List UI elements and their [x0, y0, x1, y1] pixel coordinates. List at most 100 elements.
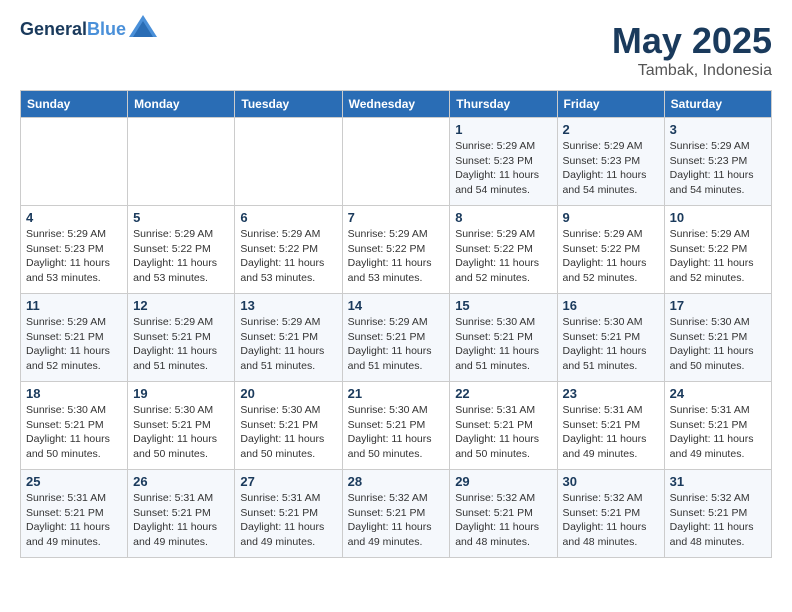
day-number: 1: [455, 122, 551, 137]
calendar-cell: 4 Sunrise: 5:29 AM Sunset: 5:23 PM Daylig…: [21, 206, 128, 294]
calendar-cell: 22 Sunrise: 5:31 AM Sunset: 5:21 PM Dayli…: [450, 382, 557, 470]
calendar-cell: 9 Sunrise: 5:29 AM Sunset: 5:22 PM Daylig…: [557, 206, 664, 294]
day-number: 29: [455, 474, 551, 489]
calendar-cell: 31Sunrise: 5:32 AM Sunset: 5:21 PM Dayli…: [664, 470, 771, 558]
calendar-cell: 11 Sunrise: 5:29 AM Sunset: 5:21 PM Dayli…: [21, 294, 128, 382]
calendar-cell: 24 Sunrise: 5:31 AM Sunset: 5:21 PM Dayli…: [664, 382, 771, 470]
calendar-cell: 16Sunrise: 5:30 AM Sunset: 5:21 PM Dayli…: [557, 294, 664, 382]
day-number: 26: [133, 474, 229, 489]
header-tuesday: Tuesday: [235, 91, 342, 118]
day-info: Sunrise: 5:29 AM Sunset: 5:21 PM Dayligh…: [240, 315, 336, 374]
day-number: 8: [455, 210, 551, 225]
day-info: Sunrise: 5:29 AM Sunset: 5:21 PM Dayligh…: [26, 315, 122, 374]
day-info: Sunrise: 5:29 AM Sunset: 5:21 PM Dayligh…: [348, 315, 445, 374]
day-number: 15: [455, 298, 551, 313]
day-number: 18: [26, 386, 122, 401]
day-info: Sunrise: 5:30 AM Sunset: 5:21 PM Dayligh…: [26, 403, 122, 462]
calendar-cell: 23Sunrise: 5:31 AM Sunset: 5:21 PM Dayli…: [557, 382, 664, 470]
day-number: 24: [670, 386, 766, 401]
day-info: Sunrise: 5:31 AM Sunset: 5:21 PM Dayligh…: [240, 491, 336, 550]
title-block: May 2025 Tambak, Indonesia: [612, 20, 772, 80]
day-info: Sunrise: 5:29 AM Sunset: 5:23 PM Dayligh…: [26, 227, 122, 286]
day-number: 16: [563, 298, 659, 313]
day-info: Sunrise: 5:32 AM Sunset: 5:21 PM Dayligh…: [563, 491, 659, 550]
header-wednesday: Wednesday: [342, 91, 450, 118]
day-number: 25: [26, 474, 122, 489]
day-info: Sunrise: 5:32 AM Sunset: 5:21 PM Dayligh…: [670, 491, 766, 550]
calendar-cell: [21, 118, 128, 206]
logo-icon: [129, 15, 157, 37]
calendar-cell: 17Sunrise: 5:30 AM Sunset: 5:21 PM Dayli…: [664, 294, 771, 382]
week-row: 1 Sunrise: 5:29 AM Sunset: 5:23 PM Daylig…: [21, 118, 772, 206]
month-title: May 2025: [612, 20, 772, 62]
calendar-cell: 26Sunrise: 5:31 AM Sunset: 5:21 PM Dayli…: [128, 470, 235, 558]
calendar-cell: 12 Sunrise: 5:29 AM Sunset: 5:21 PM Dayli…: [128, 294, 235, 382]
day-number: 27: [240, 474, 336, 489]
week-row: 11 Sunrise: 5:29 AM Sunset: 5:21 PM Dayli…: [21, 294, 772, 382]
day-number: 7: [348, 210, 445, 225]
week-row: 18 Sunrise: 5:30 AM Sunset: 5:21 PM Dayli…: [21, 382, 772, 470]
day-info: Sunrise: 5:30 AM Sunset: 5:21 PM Dayligh…: [348, 403, 445, 462]
day-number: 22: [455, 386, 551, 401]
calendar-cell: 6 Sunrise: 5:29 AM Sunset: 5:22 PM Daylig…: [235, 206, 342, 294]
day-number: 30: [563, 474, 659, 489]
header-thursday: Thursday: [450, 91, 557, 118]
day-info: Sunrise: 5:29 AM Sunset: 5:22 PM Dayligh…: [133, 227, 229, 286]
calendar-cell: 15 Sunrise: 5:30 AM Sunset: 5:21 PM Dayli…: [450, 294, 557, 382]
day-number: 20: [240, 386, 336, 401]
day-info: Sunrise: 5:31 AM Sunset: 5:21 PM Dayligh…: [455, 403, 551, 462]
calendar-cell: [235, 118, 342, 206]
day-info: Sunrise: 5:30 AM Sunset: 5:21 PM Dayligh…: [455, 315, 551, 374]
header-friday: Friday: [557, 91, 664, 118]
day-info: Sunrise: 5:30 AM Sunset: 5:21 PM Dayligh…: [240, 403, 336, 462]
calendar-cell: 3Sunrise: 5:29 AM Sunset: 5:23 PM Daylig…: [664, 118, 771, 206]
calendar-cell: 13 Sunrise: 5:29 AM Sunset: 5:21 PM Dayli…: [235, 294, 342, 382]
logo-text: GeneralBlue: [20, 20, 126, 40]
day-info: Sunrise: 5:32 AM Sunset: 5:21 PM Dayligh…: [455, 491, 551, 550]
day-number: 19: [133, 386, 229, 401]
calendar-cell: 2 Sunrise: 5:29 AM Sunset: 5:23 PM Daylig…: [557, 118, 664, 206]
day-info: Sunrise: 5:29 AM Sunset: 5:22 PM Dayligh…: [563, 227, 659, 286]
day-info: Sunrise: 5:29 AM Sunset: 5:23 PM Dayligh…: [455, 139, 551, 198]
logo: GeneralBlue: [20, 20, 157, 40]
day-info: Sunrise: 5:29 AM Sunset: 5:22 PM Dayligh…: [240, 227, 336, 286]
day-number: 4: [26, 210, 122, 225]
calendar-cell: 7 Sunrise: 5:29 AM Sunset: 5:22 PM Daylig…: [342, 206, 450, 294]
calendar-cell: 1 Sunrise: 5:29 AM Sunset: 5:23 PM Daylig…: [450, 118, 557, 206]
day-info: Sunrise: 5:30 AM Sunset: 5:21 PM Dayligh…: [670, 315, 766, 374]
calendar-cell: 29 Sunrise: 5:32 AM Sunset: 5:21 PM Dayli…: [450, 470, 557, 558]
day-number: 13: [240, 298, 336, 313]
calendar-cell: 5 Sunrise: 5:29 AM Sunset: 5:22 PM Daylig…: [128, 206, 235, 294]
day-info: Sunrise: 5:32 AM Sunset: 5:21 PM Dayligh…: [348, 491, 445, 550]
day-number: 12: [133, 298, 229, 313]
calendar-cell: 14Sunrise: 5:29 AM Sunset: 5:21 PM Dayli…: [342, 294, 450, 382]
calendar-cell: 19Sunrise: 5:30 AM Sunset: 5:21 PM Dayli…: [128, 382, 235, 470]
header-row: SundayMondayTuesdayWednesdayThursdayFrid…: [21, 91, 772, 118]
calendar-cell: 30 Sunrise: 5:32 AM Sunset: 5:21 PM Dayli…: [557, 470, 664, 558]
week-row: 25 Sunrise: 5:31 AM Sunset: 5:21 PM Dayli…: [21, 470, 772, 558]
calendar-cell: 18 Sunrise: 5:30 AM Sunset: 5:21 PM Dayli…: [21, 382, 128, 470]
day-number: 11: [26, 298, 122, 313]
day-info: Sunrise: 5:29 AM Sunset: 5:21 PM Dayligh…: [133, 315, 229, 374]
day-number: 2: [563, 122, 659, 137]
day-info: Sunrise: 5:29 AM Sunset: 5:23 PM Dayligh…: [563, 139, 659, 198]
day-info: Sunrise: 5:31 AM Sunset: 5:21 PM Dayligh…: [563, 403, 659, 462]
day-info: Sunrise: 5:29 AM Sunset: 5:22 PM Dayligh…: [348, 227, 445, 286]
day-number: 5: [133, 210, 229, 225]
day-info: Sunrise: 5:29 AM Sunset: 5:22 PM Dayligh…: [670, 227, 766, 286]
day-info: Sunrise: 5:31 AM Sunset: 5:21 PM Dayligh…: [26, 491, 122, 550]
location: Tambak, Indonesia: [612, 62, 772, 80]
day-number: 6: [240, 210, 336, 225]
calendar-cell: 27 Sunrise: 5:31 AM Sunset: 5:21 PM Dayli…: [235, 470, 342, 558]
day-number: 9: [563, 210, 659, 225]
day-info: Sunrise: 5:29 AM Sunset: 5:22 PM Dayligh…: [455, 227, 551, 286]
calendar-cell: 8 Sunrise: 5:29 AM Sunset: 5:22 PM Daylig…: [450, 206, 557, 294]
day-info: Sunrise: 5:29 AM Sunset: 5:23 PM Dayligh…: [670, 139, 766, 198]
day-info: Sunrise: 5:31 AM Sunset: 5:21 PM Dayligh…: [670, 403, 766, 462]
day-number: 28: [348, 474, 445, 489]
calendar-cell: 21Sunrise: 5:30 AM Sunset: 5:21 PM Dayli…: [342, 382, 450, 470]
calendar-cell: [128, 118, 235, 206]
calendar-table: SundayMondayTuesdayWednesdayThursdayFrid…: [20, 90, 772, 558]
header-monday: Monday: [128, 91, 235, 118]
week-row: 4 Sunrise: 5:29 AM Sunset: 5:23 PM Daylig…: [21, 206, 772, 294]
